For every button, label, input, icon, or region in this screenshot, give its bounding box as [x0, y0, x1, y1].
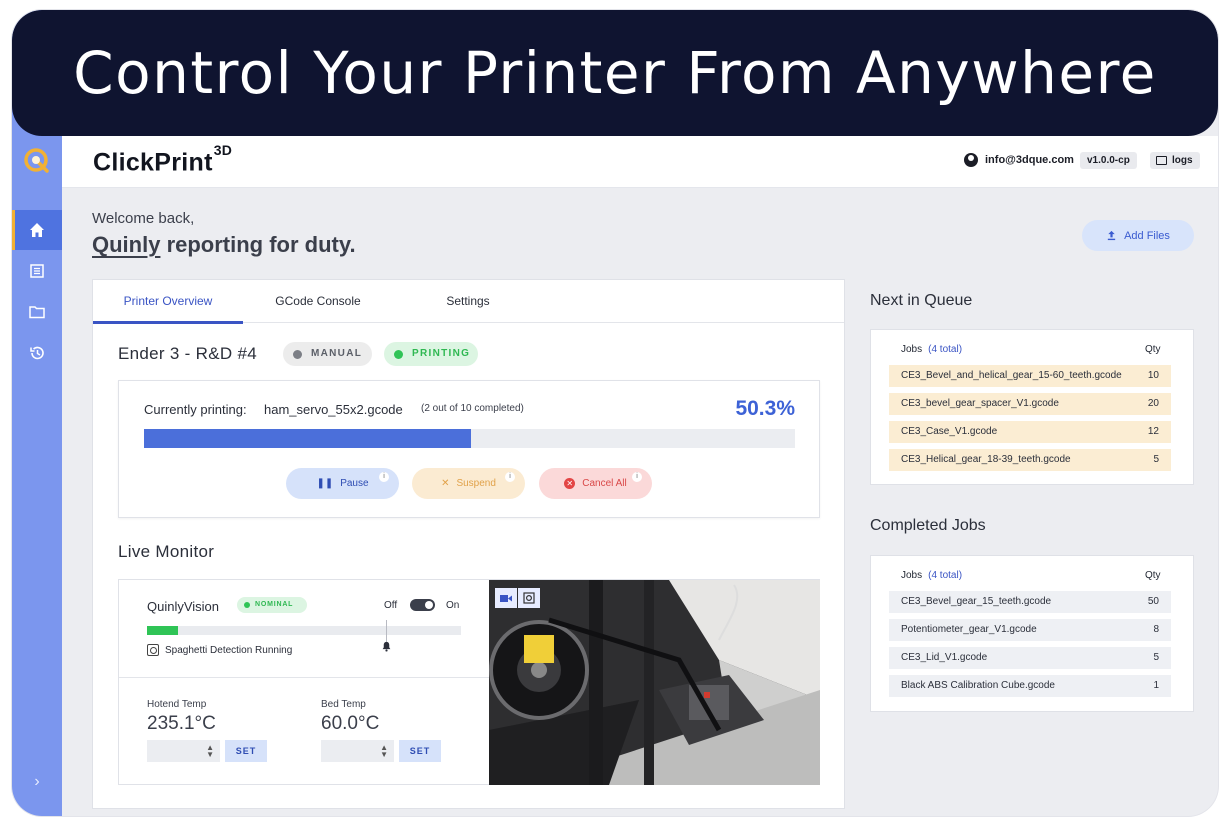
progress-percent: 50.3%	[735, 397, 795, 420]
scan-icon	[147, 644, 159, 656]
info-icon[interactable]: i	[505, 472, 515, 482]
promo-banner: Control Your Printer From Anywhere	[12, 10, 1218, 136]
detection-view-button[interactable]	[518, 588, 540, 608]
tab-printer-overview[interactable]: Printer Overview	[93, 280, 243, 324]
tools-icon: ✕	[441, 478, 450, 489]
stepper-icon[interactable]: ▲ ▼	[380, 744, 388, 759]
jobs-column-header: Jobs (4 total)	[901, 570, 963, 581]
list-item[interactable]: CE3_Case_V1.gcode 12	[889, 421, 1171, 443]
status-badge: PRINTING	[384, 342, 478, 366]
info-icon[interactable]: i	[379, 472, 389, 482]
pause-button[interactable]: ❚❚ Pause i	[286, 468, 399, 499]
bed-temp-input[interactable]: ▲ ▼	[321, 740, 394, 762]
vision-status-badge: NOMINAL	[237, 597, 307, 613]
scan-icon	[523, 592, 535, 604]
banner-title: Control Your Printer From Anywhere	[73, 39, 1157, 107]
folder-icon	[29, 306, 45, 319]
completed-heading: Completed Jobs	[870, 517, 986, 534]
list-icon	[30, 264, 44, 278]
hotend-set-button[interactable]: SET	[225, 740, 267, 762]
list-item[interactable]: Black ABS Calibration Cube.gcode 1	[889, 675, 1171, 697]
camera-mode-button[interactable]	[495, 588, 517, 608]
alert-threshold-marker[interactable]	[386, 620, 387, 642]
welcome-text: Welcome back,	[92, 210, 195, 227]
list-item[interactable]: CE3_Helical_gear_18-39_teeth.gcode 5	[889, 449, 1171, 471]
printer-panel: Printer Overview GCode Console Settings …	[92, 279, 845, 809]
sidebar-expand-button[interactable]: ›	[12, 770, 62, 794]
suspend-button[interactable]: ✕ Suspend i	[412, 468, 525, 499]
live-monitor-card: QuinlyVision NOMINAL Off On Spaghetti De…	[118, 579, 820, 785]
jobs-column-header: Jobs (4 total)	[901, 344, 963, 355]
camera-image	[489, 580, 820, 785]
queue-heading: Next in Queue	[870, 292, 973, 309]
app-logo-icon	[24, 148, 49, 173]
tab-settings[interactable]: Settings	[403, 280, 533, 323]
completed-list: Jobs (4 total) Qty CE3_Bevel_gear_15_teet…	[870, 555, 1194, 712]
logs-label: logs	[1172, 155, 1193, 166]
pause-icon: ❚❚	[316, 478, 334, 489]
live-monitor-title: Live Monitor	[118, 542, 215, 561]
video-camera-icon	[500, 594, 512, 602]
completed-count: (2 out of 10 completed)	[421, 403, 524, 414]
sidebar-item-files[interactable]	[12, 292, 62, 332]
bed-set-button[interactable]: SET	[399, 740, 441, 762]
list-item[interactable]: CE3_Bevel_and_helical_gear_15-60_teeth.g…	[889, 365, 1171, 387]
top-bar: ClickPrint3D info@3dque.com v1.0.0-cp lo…	[62, 136, 1218, 188]
progress-fill	[144, 429, 472, 448]
brand-logo: ClickPrint3D	[93, 142, 233, 177]
tab-gcode-console[interactable]: GCode Console	[253, 280, 383, 323]
current-file-name: ham_servo_55x2.gcode	[264, 402, 403, 417]
list-item[interactable]: CE3_bevel_gear_spacer_V1.gcode 20	[889, 393, 1171, 415]
info-icon[interactable]: i	[632, 472, 642, 482]
detection-level-bar	[147, 626, 461, 635]
user-avatar-icon	[964, 153, 978, 167]
toggle-on-label: On	[446, 600, 460, 611]
cancel-all-button[interactable]: ✕ Cancel All i	[539, 468, 652, 499]
user-account[interactable]: info@3dque.com	[964, 153, 1074, 167]
sidebar-item-history[interactable]	[12, 333, 62, 373]
toggle-off-label: Off	[384, 600, 398, 611]
add-files-label: Add Files	[1124, 229, 1170, 242]
page-title: Quinly reporting for duty.	[92, 232, 356, 257]
mode-badge: MANUAL	[283, 342, 372, 366]
hotend-temp-value: 235.1°C	[147, 713, 216, 734]
qty-column-header: Qty	[1145, 570, 1161, 581]
stepper-icon[interactable]: ▲ ▼	[206, 744, 214, 759]
bed-temp-label: Bed Temp	[321, 699, 366, 710]
detection-level-fill	[147, 626, 179, 635]
bed-temp-value: 60.0°C	[321, 713, 380, 734]
terminal-icon	[1156, 156, 1167, 165]
bell-icon	[382, 641, 391, 652]
sidebar-item-list[interactable]	[12, 251, 62, 291]
currently-printing-label: Currently printing:	[144, 402, 247, 417]
hotend-temp-label: Hotend Temp	[147, 699, 207, 710]
app-frame: Control Your Printer From Anywhere › Cli…	[12, 10, 1218, 816]
version-badge: v1.0.0-cp	[1080, 152, 1137, 169]
list-item[interactable]: CE3_Bevel_gear_15_teeth.gcode 50	[889, 591, 1171, 613]
user-name-link[interactable]: Quinly	[92, 232, 160, 257]
print-progress-card: Currently printing: ham_servo_55x2.gcode…	[118, 380, 820, 518]
home-icon	[30, 223, 44, 237]
upload-icon	[1107, 230, 1116, 241]
cancel-icon: ✕	[564, 478, 576, 489]
progress-bar	[144, 429, 795, 448]
list-item[interactable]: Potentiometer_gear_V1.gcode 8	[889, 619, 1171, 641]
list-item[interactable]: CE3_Lid_V1.gcode 5	[889, 647, 1171, 669]
camera-feed[interactable]	[489, 580, 820, 785]
qty-column-header: Qty	[1145, 344, 1161, 355]
vision-toggle[interactable]	[410, 599, 435, 611]
hotend-temp-input[interactable]: ▲ ▼	[147, 740, 220, 762]
logs-button[interactable]: logs	[1150, 152, 1200, 169]
sidebar-item-home[interactable]	[12, 210, 62, 250]
queue-list: Jobs (4 total) Qty CE3_Bevel_and_helical_…	[870, 329, 1194, 485]
add-files-button[interactable]: Add Files	[1082, 220, 1194, 251]
user-email: info@3dque.com	[985, 154, 1074, 166]
divider	[119, 677, 489, 678]
tab-bar: Printer Overview GCode Console Settings	[93, 280, 844, 324]
history-icon	[30, 346, 44, 360]
printer-name: Ender 3 - R&D #4	[118, 344, 257, 363]
detection-status: Spaghetti Detection Running	[147, 644, 292, 656]
camera-controls	[495, 588, 541, 608]
vision-title: QuinlyVision	[147, 599, 220, 614]
